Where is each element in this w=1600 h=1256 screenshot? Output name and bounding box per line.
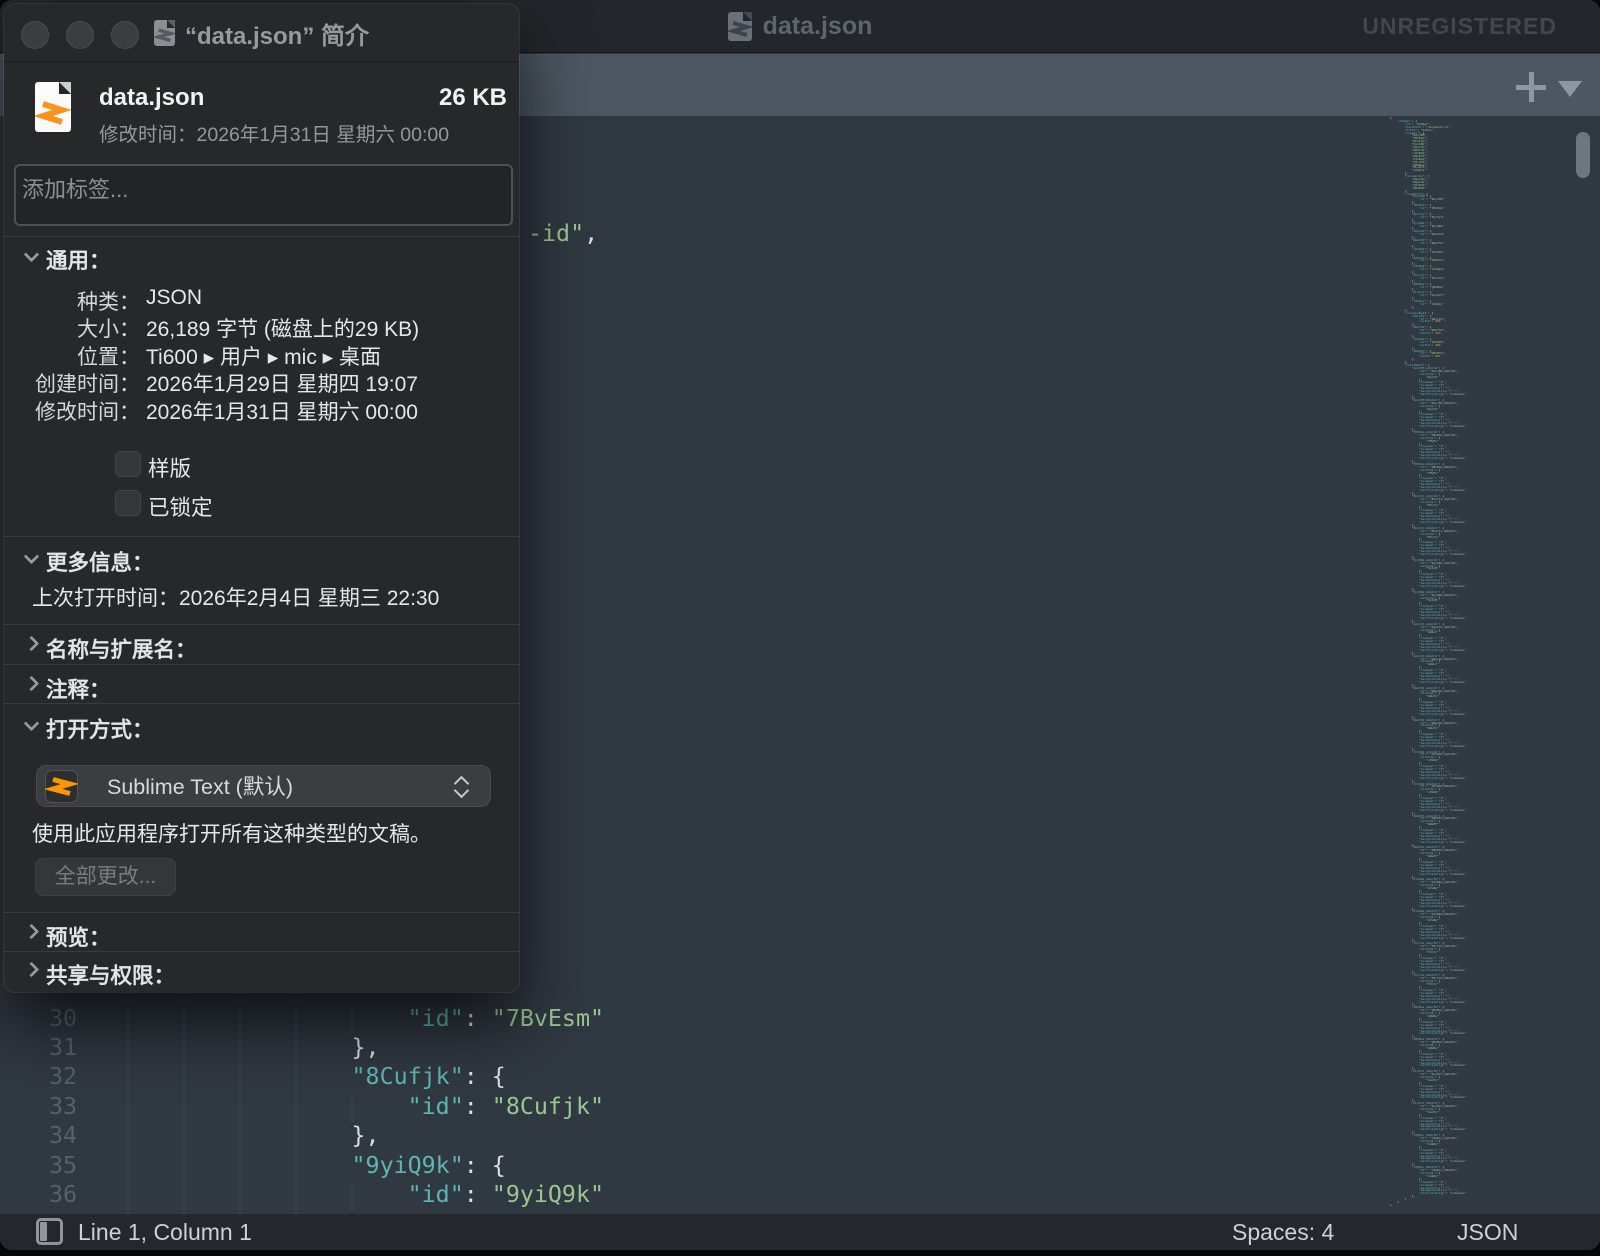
tags-input[interactable]: 添加标签... bbox=[14, 164, 513, 226]
screen: data.json UNREGISTERED -id", 30 "id": "7… bbox=[0, 0, 1600, 1256]
open-with-description: 使用此应用程序打开所有这种类型的文稿。 bbox=[32, 818, 431, 848]
get-info-titlebar[interactable]: “data.json” 简介 bbox=[4, 4, 519, 62]
line-number[interactable]: 32 bbox=[0, 1062, 77, 1091]
panel-title: “data.json” 简介 bbox=[185, 16, 369, 51]
chevron-right-icon[interactable] bbox=[24, 676, 40, 692]
line-number[interactable]: 30 bbox=[0, 1004, 77, 1033]
file-size: 26 KB bbox=[439, 84, 507, 112]
line-number[interactable]: 35 bbox=[0, 1151, 77, 1180]
chevron-right-icon[interactable] bbox=[24, 636, 40, 652]
open-with-value: Sublime Text (默认) bbox=[107, 766, 293, 808]
code-line[interactable]: 30 "id": "7BvEsm" bbox=[0, 1004, 1380, 1034]
window-title: data.json bbox=[763, 12, 873, 41]
chevron-right-icon[interactable] bbox=[24, 962, 40, 978]
select-arrows-icon bbox=[454, 775, 468, 799]
code-line[interactable]: 36 "id": "9yiQ9k" bbox=[0, 1180, 1380, 1210]
license-badge: UNREGISTERED bbox=[1362, 0, 1557, 53]
code-line[interactable]: 34 }, bbox=[0, 1121, 1380, 1151]
get-info-panel: “data.json” 简介 data.json 26 KB 修改时间：2026… bbox=[4, 4, 519, 992]
syntax-selector[interactable]: JSON bbox=[1457, 1214, 1518, 1250]
section-general[interactable]: 通用： bbox=[46, 244, 111, 275]
code-line[interactable]: 32 "8Cufjk": { bbox=[0, 1062, 1380, 1092]
locked-checkbox[interactable] bbox=[115, 490, 141, 516]
code-line[interactable]: 33 "id": "8Cufjk" bbox=[0, 1092, 1380, 1122]
sidebar-toggle-icon[interactable] bbox=[36, 1218, 63, 1245]
line-number[interactable]: 34 bbox=[0, 1121, 77, 1150]
new-tab-icon[interactable] bbox=[1514, 70, 1548, 104]
line-number[interactable]: 33 bbox=[0, 1092, 77, 1121]
chevron-down-icon[interactable] bbox=[24, 549, 40, 565]
code-line[interactable]: 35 "9yiQ9k": { bbox=[0, 1151, 1380, 1181]
section-preview[interactable]: 预览： bbox=[46, 921, 111, 952]
line-number[interactable]: 36 bbox=[0, 1180, 77, 1209]
tags-placeholder: 添加标签... bbox=[22, 172, 128, 204]
section-name-extension[interactable]: 名称与扩展名： bbox=[46, 633, 197, 664]
last-opened: 上次打开时间：2026年2月4日 星期三 22:30 bbox=[32, 582, 439, 612]
stationery-label: 样版 bbox=[148, 452, 191, 483]
stationery-checkbox[interactable] bbox=[115, 451, 141, 477]
chevron-down-icon[interactable] bbox=[24, 716, 40, 732]
section-open-with[interactable]: 打开方式： bbox=[46, 713, 154, 744]
minimap[interactable]: { "xKdGqr": { "id": "xKdGqr", "parentId"… bbox=[1390, 117, 1585, 1209]
indentation-setting[interactable]: Spaces: 4 bbox=[1232, 1214, 1334, 1250]
open-with-select[interactable]: Sublime Text (默认) bbox=[36, 765, 491, 807]
section-more-info[interactable]: 更多信息： bbox=[46, 546, 154, 577]
file-modified: 修改时间：2026年1月31日 星期六 00:00 bbox=[99, 118, 449, 147]
sublime-app-icon bbox=[45, 770, 78, 803]
code-line[interactable]: 31 }, bbox=[0, 1033, 1380, 1063]
change-all-button[interactable]: 全部更改... bbox=[35, 858, 176, 896]
code-line-fragment[interactable]: -id", bbox=[528, 219, 598, 248]
chevron-right-icon[interactable] bbox=[24, 924, 40, 940]
section-comments[interactable]: 注释： bbox=[46, 673, 111, 704]
line-number[interactable]: 31 bbox=[0, 1033, 77, 1062]
document-icon bbox=[728, 12, 752, 41]
tab-overflow-icon[interactable] bbox=[1558, 81, 1582, 97]
file-name: data.json bbox=[99, 84, 204, 112]
section-sharing[interactable]: 共享与权限： bbox=[46, 959, 175, 990]
chevron-down-icon[interactable] bbox=[24, 247, 40, 263]
locked-label: 已锁定 bbox=[148, 491, 213, 522]
file-icon bbox=[35, 82, 71, 132]
document-icon-small bbox=[154, 20, 175, 46]
status-bar: Line 1, Column 1 Spaces: 4 JSON bbox=[0, 1214, 1600, 1250]
scrollbar-thumb[interactable] bbox=[1576, 132, 1590, 178]
caret-position: Line 1, Column 1 bbox=[78, 1214, 252, 1250]
